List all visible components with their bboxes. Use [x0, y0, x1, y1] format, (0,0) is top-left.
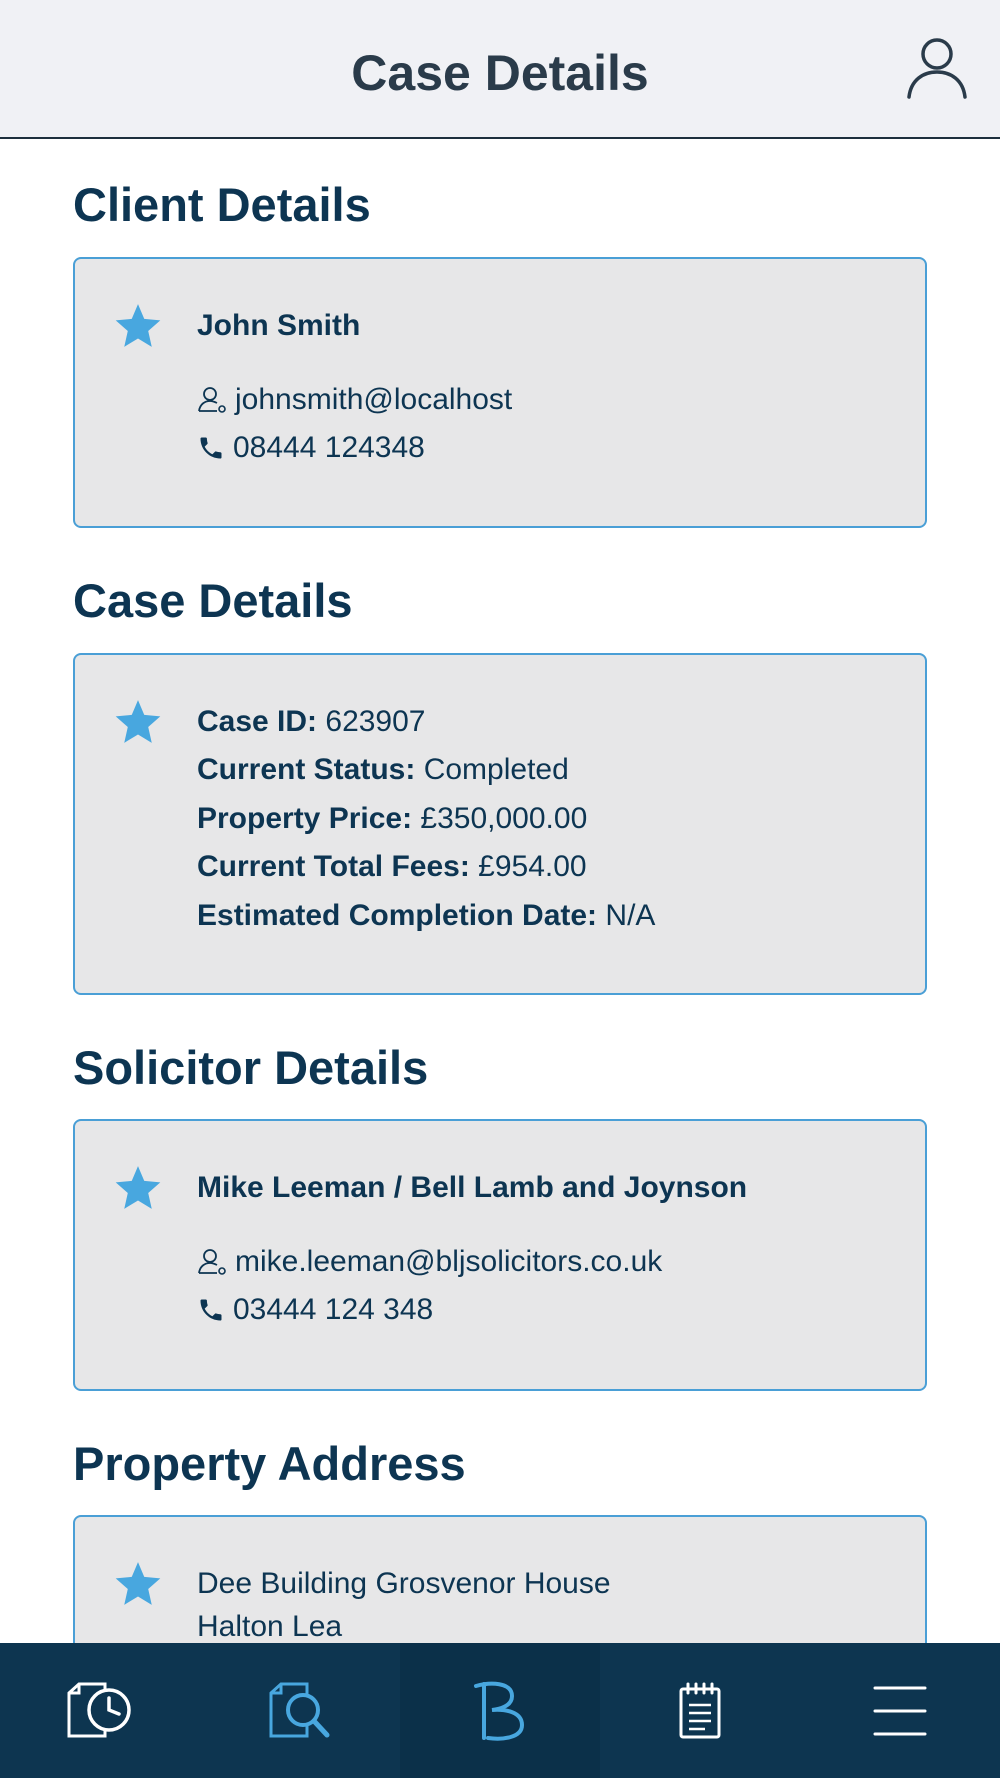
case-id-row: Case ID: 623907 [197, 705, 426, 739]
property-price-row: Property Price: £350,000.00 [197, 802, 587, 836]
nav-document-search[interactable] [200, 1643, 400, 1778]
client-phone-row[interactable]: 08444 124348 [197, 428, 425, 468]
address-line-2: Halton Lea [197, 1610, 343, 1643]
solicitor-email-row[interactable]: mike.leeman@bljsolicitors.co.uk [197, 1242, 662, 1282]
nav-case-history[interactable] [0, 1643, 200, 1778]
completion-date-value: N/A [597, 899, 656, 932]
star-icon[interactable] [113, 1559, 163, 1609]
client-details-heading: Client Details [73, 178, 371, 231]
solicitor-phone-row[interactable]: 03444 124 348 [197, 1290, 433, 1330]
solicitor-details-heading: Solicitor Details [73, 1041, 429, 1094]
solicitor-phone[interactable]: 03444 124 348 [233, 1293, 433, 1327]
client-email[interactable]: johnsmith@localhost [235, 383, 512, 417]
solicitor-name: Mike Leeman / Bell Lamb and Joynson [197, 1171, 748, 1204]
solicitor-details-card: Mike Leeman / Bell Lamb and Joynson mike… [73, 1119, 927, 1391]
client-email-row[interactable]: johnsmith@localhost [197, 380, 512, 420]
star-icon[interactable] [113, 697, 163, 747]
property-price-value: £350,000.00 [412, 802, 588, 835]
user-icon [907, 38, 967, 99]
case-details-heading: Case Details [73, 574, 353, 627]
address-line-1: Dee Building Grosvenor House [197, 1567, 611, 1600]
contact-card-icon [198, 1249, 226, 1275]
star-icon[interactable] [113, 301, 163, 351]
completion-date-label: Estimated Completion Date: [197, 899, 598, 932]
case-id-label: Case ID: [197, 705, 318, 738]
notepad-icon [679, 1682, 721, 1738]
brand-logo-icon [474, 1681, 525, 1741]
app-header: Case Details [0, 0, 1000, 139]
case-details-content[interactable]: Client Details John Smith johnsmith@loca… [0, 141, 1000, 1643]
current-status-label: Current Status: [197, 753, 416, 786]
case-history-icon [67, 1682, 131, 1737]
phone-icon [200, 437, 222, 459]
client-name: John Smith [197, 309, 361, 342]
bottom-navigation [0, 1643, 1000, 1778]
total-fees-label: Current Total Fees: [197, 850, 470, 883]
contact-card-icon [198, 387, 226, 413]
document-search-icon [269, 1682, 330, 1737]
page-title: Case Details [351, 45, 649, 101]
client-details-card: John Smith johnsmith@localhost 08444 124… [73, 257, 927, 528]
profile-button[interactable] [905, 34, 969, 100]
nav-menu[interactable] [800, 1643, 1000, 1778]
total-fees-row: Current Total Fees: £954.00 [197, 850, 587, 884]
phone-icon [200, 1299, 222, 1321]
case-details-card: Case ID: 623907 Current Status: Complete… [73, 653, 927, 995]
star-icon[interactable] [113, 1163, 163, 1213]
current-status-row: Current Status: Completed [197, 753, 569, 787]
nav-notes[interactable] [600, 1643, 800, 1778]
case-id-value: 623907 [317, 705, 426, 738]
property-address-heading: Property Address [73, 1437, 466, 1490]
property-price-label: Property Price: [197, 802, 413, 835]
menu-icon [873, 1686, 927, 1735]
property-address-card: Dee Building Grosvenor House Halton Lea [73, 1515, 927, 1643]
solicitor-email[interactable]: mike.leeman@bljsolicitors.co.uk [235, 1245, 662, 1279]
completion-date-row: Estimated Completion Date: N/A [197, 899, 655, 933]
nav-home-logo[interactable] [400, 1643, 600, 1778]
total-fees-value: £954.00 [469, 850, 587, 883]
client-phone[interactable]: 08444 124348 [233, 431, 425, 465]
current-status-value: Completed [415, 753, 569, 786]
